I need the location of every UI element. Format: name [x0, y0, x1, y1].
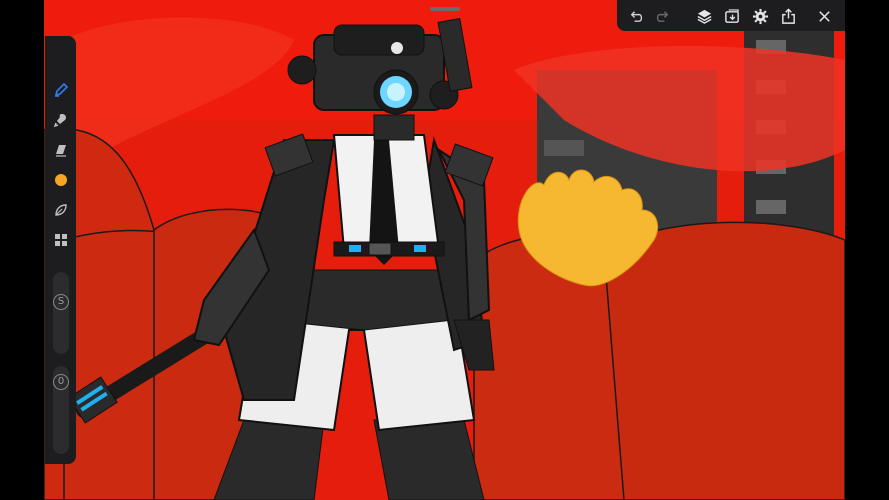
eraser-tool-button[interactable]: [45, 138, 76, 162]
import-button[interactable]: [722, 6, 742, 26]
color-picker-button[interactable]: [45, 168, 76, 192]
undo-button[interactable]: [625, 6, 645, 26]
size-slider-knob[interactable]: S: [53, 294, 69, 310]
opacity-slider-knob[interactable]: 0: [53, 374, 69, 390]
eraser-icon: [55, 145, 66, 157]
close-button[interactable]: [814, 6, 834, 26]
smudge-tool-button[interactable]: [45, 108, 76, 132]
redo-button[interactable]: [653, 6, 673, 26]
share-button[interactable]: [778, 6, 798, 26]
brush-tool-button[interactable]: [45, 78, 76, 102]
gear-icon: [752, 8, 768, 24]
top-drag-handle[interactable]: [430, 7, 460, 11]
settings-button[interactable]: [750, 6, 770, 26]
opacity-slider[interactable]: 0: [53, 366, 69, 454]
lasso-tool-button[interactable]: [45, 198, 76, 222]
artwork: [44, 0, 845, 500]
smudge-icon: [53, 114, 66, 128]
top-toolbar: [617, 0, 845, 31]
drawing-canvas[interactable]: [44, 0, 845, 500]
layers-icon: [697, 9, 711, 24]
tool-palette: S 0: [45, 36, 76, 464]
brush-icon: [54, 82, 68, 97]
leaf-lasso-icon: [54, 204, 67, 216]
grid-icon: [54, 234, 67, 246]
import-icon: [724, 8, 739, 23]
gallery-button[interactable]: [45, 228, 76, 252]
brush-size-slider[interactable]: S: [53, 272, 69, 354]
undo-icon: [630, 10, 642, 22]
redo-icon: [656, 10, 668, 22]
color-swatch: [54, 174, 67, 186]
close-icon: [818, 10, 830, 22]
layers-button[interactable]: [694, 6, 714, 26]
share-icon: [781, 7, 795, 24]
